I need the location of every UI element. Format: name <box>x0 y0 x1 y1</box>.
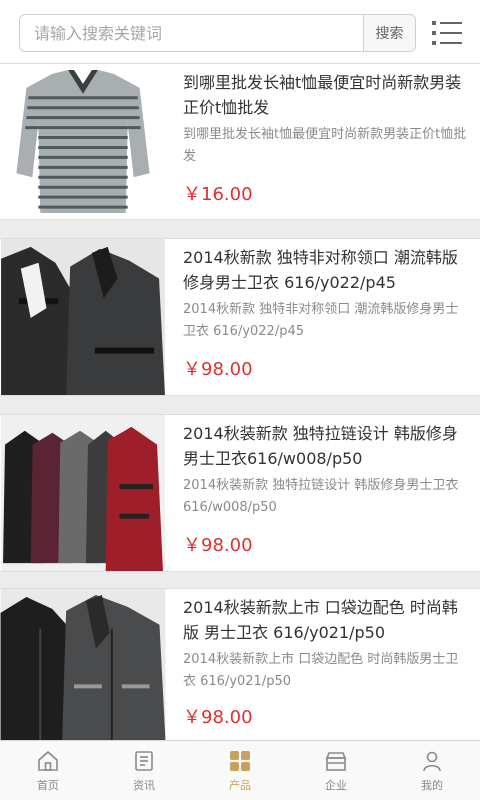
tab-label: 资讯 <box>133 779 155 792</box>
tab-home[interactable]: 首页 <box>0 741 96 800</box>
tab-label: 产品 <box>229 779 251 792</box>
product-title: 到哪里批发长袖t恤最便宜时尚新款男装正价t恤批发 <box>183 73 462 117</box>
product-price: ￥98.00 <box>183 359 253 380</box>
bottom-tab-bar: 首页 资讯 产品 企业 我的 <box>0 740 480 800</box>
search-box: 搜索 <box>19 14 416 52</box>
product-image <box>0 415 166 571</box>
product-image <box>0 589 166 740</box>
search-input[interactable] <box>20 15 364 51</box>
product-image <box>0 239 166 395</box>
menu-button[interactable] <box>432 20 462 46</box>
tab-mine[interactable]: 我的 <box>384 741 480 800</box>
product-price: ￥16.00 <box>183 184 253 205</box>
home-icon <box>38 750 58 771</box>
product-price: ￥98.00 <box>183 535 253 556</box>
product-description: 2014秋新款 独特非对称领口 潮流韩版修身男士卫衣 616/y022/p45 <box>183 302 459 339</box>
product-price: ￥98.00 <box>183 707 253 728</box>
tab-news[interactable]: 资讯 <box>96 741 192 800</box>
product-description: 2014秋装新款上市 口袋边配色 时尚韩版男士卫衣 616/y021/p50 <box>183 652 459 689</box>
tab-label: 企业 <box>325 779 347 792</box>
product-item[interactable]: 2014秋装新款 独特拉链设计 韩版修身 男士卫衣616/w008/p50 20… <box>0 414 480 572</box>
user-icon <box>423 751 441 772</box>
product-title: 2014秋装新款上市 口袋边配色 时尚韩版 男士卫衣 616/y021/p50 <box>183 598 458 642</box>
product-item[interactable]: 到哪里批发长袖t恤最便宜时尚新款男装正价t恤批发 到哪里批发长袖t恤最便宜时尚新… <box>0 64 480 220</box>
building-icon <box>325 752 347 771</box>
tab-company[interactable]: 企业 <box>288 741 384 800</box>
top-bar: 搜索 <box>0 0 480 64</box>
product-image <box>0 64 166 219</box>
search-button[interactable]: 搜索 <box>363 15 415 51</box>
news-icon <box>135 751 153 771</box>
grid-icon <box>230 751 250 771</box>
tab-products[interactable]: 产品 <box>192 741 288 800</box>
product-title: 2014秋装新款 独特拉链设计 韩版修身 男士卫衣616/w008/p50 <box>183 424 458 468</box>
product-description: 到哪里批发长袖t恤最便宜时尚新款男装正价t恤批发 <box>183 127 467 164</box>
product-description: 2014秋装新款 独特拉链设计 韩版修身男士卫衣616/w008/p50 <box>183 478 459 515</box>
product-item[interactable]: 2014秋装新款上市 口袋边配色 时尚韩版 男士卫衣 616/y021/p50 … <box>0 588 480 740</box>
tab-label: 我的 <box>421 779 443 792</box>
product-item[interactable]: 2014秋新款 独特非对称领口 潮流韩版 修身男士卫衣 616/y022/p45… <box>0 238 480 396</box>
product-title: 2014秋新款 独特非对称领口 潮流韩版 修身男士卫衣 616/y022/p45 <box>183 248 458 292</box>
tab-label: 首页 <box>37 779 59 792</box>
list-menu-icon <box>432 21 462 45</box>
